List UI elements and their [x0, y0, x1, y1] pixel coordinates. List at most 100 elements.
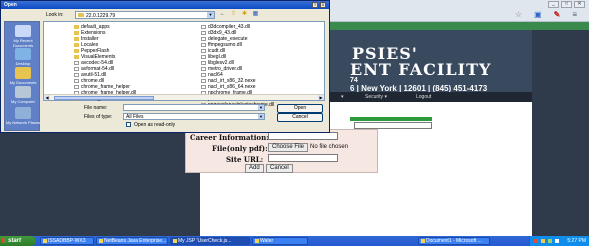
taskbar-item-active[interactable]: My JSP 'UserCheck.js...	[170, 237, 250, 245]
career-form: Career Information: File(only pdf): Choo…	[185, 129, 378, 173]
my-documents-icon	[15, 67, 31, 79]
site-url-input[interactable]	[268, 154, 338, 162]
place-network[interactable]: My Network Places	[5, 107, 41, 125]
tray-icon[interactable]	[541, 239, 545, 243]
dialog-controls: ? X	[312, 2, 326, 8]
open-button[interactable]: Open	[277, 104, 323, 113]
place-label: My Network Places	[5, 120, 41, 125]
chevron-down-icon[interactable]: ▼	[258, 114, 264, 119]
add-button[interactable]: Add	[245, 164, 264, 173]
view-menu-icon[interactable]: ▦	[252, 11, 259, 18]
place-recent-documents[interactable]: My Recent Documents	[5, 25, 41, 48]
minimize-button[interactable]: _	[548, 1, 559, 8]
taskbar-item[interactable]: NetBeans Java Enterprise...	[96, 237, 168, 245]
file-icon	[201, 43, 206, 47]
taskbar-item[interactable]: Document1 - Microsoft ...	[418, 237, 490, 245]
up-folder-icon[interactable]: ⇧	[230, 11, 237, 18]
dialog-toolbar: ← ⇧ ✱ ▦	[219, 11, 259, 18]
look-in-select[interactable]: 22.0.1229.79 ▼	[75, 11, 215, 19]
file-icon	[201, 85, 206, 89]
file-icon	[74, 73, 79, 77]
extension-icon[interactable]: ✎	[554, 10, 561, 19]
banner-subtitle: ENT FACILITY	[350, 60, 492, 79]
start-button[interactable]: start	[0, 236, 36, 246]
file-icon	[201, 61, 206, 65]
place-label: My Documents	[9, 80, 37, 85]
read-only-label: Open as read-only	[134, 122, 176, 128]
file-icon	[201, 67, 206, 71]
tray-icon[interactable]	[548, 239, 552, 243]
file-name-label: File name:	[84, 105, 108, 111]
app-icon	[43, 239, 47, 243]
new-folder-icon[interactable]: ✱	[241, 11, 248, 18]
scrollbar-thumb[interactable]	[54, 96, 154, 100]
taskbar-item-label: NetBeans Java Enterprise...	[104, 238, 167, 244]
chevron-down-icon[interactable]: ▼	[207, 12, 214, 18]
file-label: File(only pdf):	[212, 144, 268, 153]
back-icon[interactable]: ←	[219, 11, 226, 18]
place-my-computer[interactable]: My Computer	[5, 86, 41, 104]
windows-logo-icon	[2, 238, 7, 243]
file-name-field[interactable]: ▼	[123, 104, 265, 111]
taskbar-item-label: ISSADBBP-WX3	[48, 238, 86, 244]
place-label: My Recent Documents	[12, 38, 34, 48]
form-header-bar	[350, 117, 432, 121]
read-only-checkbox[interactable]	[126, 122, 131, 127]
bookmark-star-icon[interactable]: ☆	[515, 10, 522, 19]
app-icon	[173, 239, 177, 243]
app-icon	[99, 239, 103, 243]
scroll-left-icon[interactable]: ◀	[44, 95, 50, 100]
choose-file-button[interactable]: Choose File	[268, 143, 309, 152]
taskbar-item-label: My JSP 'UserCheck.js...	[178, 238, 232, 244]
volume-icon[interactable]	[555, 239, 559, 243]
career-info-label: Career Information:	[190, 133, 269, 142]
recent-documents-icon	[15, 25, 31, 37]
place-desktop[interactable]: Desktop	[5, 48, 41, 66]
desktop-icon	[15, 48, 31, 60]
browser-window-controls: _ □ ✕	[548, 1, 585, 8]
file-icon	[201, 31, 206, 35]
files-of-type-select[interactable]: All Files ▼	[123, 113, 265, 120]
taskbar-item-label: Document1 - Microsoft ...	[426, 238, 482, 244]
taskbar-item[interactable]: ISSADBBP-WX3	[40, 237, 94, 245]
chevron-down-icon[interactable]: ▼	[258, 105, 264, 110]
nav-item-security[interactable]: Security ▾	[365, 94, 387, 100]
dialog-titlebar: Open ? X	[1, 1, 329, 9]
scroll-right-icon[interactable]: ▶	[318, 95, 324, 100]
dialog-title: Open	[4, 2, 17, 8]
tray-icon[interactable]	[534, 239, 538, 243]
place-label: Desktop	[15, 61, 31, 66]
file-icon	[74, 67, 79, 71]
nav-item-dropdown[interactable]: ▾	[341, 94, 344, 100]
files-of-type-value: All Files	[126, 114, 144, 120]
dialog-close-button[interactable]: X	[320, 2, 326, 8]
folder-icon	[74, 49, 79, 53]
system-tray: 5:27 PM	[529, 236, 589, 246]
file-list-scrollbar[interactable]: ◀ ▶	[44, 94, 324, 100]
files-of-type-label: Files of type:	[84, 114, 113, 120]
file-column-1: default_apps Extensions Installer Locale…	[74, 24, 136, 102]
taskbar: start ISSADBBP-WX3 NetBeans Java Enterpr…	[0, 236, 589, 246]
taskbar-item[interactable]: Water	[252, 237, 308, 245]
form-cancel-button[interactable]: Cancel	[266, 164, 293, 173]
file-icon	[201, 79, 206, 83]
look-in-label: Look in:	[46, 12, 64, 18]
help-button[interactable]: ?	[312, 2, 318, 8]
close-button[interactable]: ✕	[574, 1, 585, 8]
page-icon[interactable]: ▣	[534, 10, 542, 19]
form-top-input[interactable]	[354, 122, 432, 129]
file-list: default_apps Extensions Installer Locale…	[43, 21, 325, 108]
banner-number: 74	[350, 77, 358, 84]
place-my-documents[interactable]: My Documents	[5, 67, 41, 85]
app-icon	[255, 239, 259, 243]
my-computer-icon	[15, 86, 31, 98]
file-icon	[201, 25, 206, 29]
menu-icon[interactable]: ≡	[572, 10, 577, 19]
browser-toolbar: ☆ ▣ ✎ ≡	[515, 10, 577, 19]
file-icon	[74, 85, 79, 89]
dialog-cancel-button[interactable]: Cancel	[277, 113, 323, 122]
maximize-button[interactable]: □	[561, 1, 572, 8]
file-icon	[201, 49, 206, 53]
nav-item-logout[interactable]: Logout	[416, 94, 431, 100]
career-info-input[interactable]	[268, 132, 338, 140]
